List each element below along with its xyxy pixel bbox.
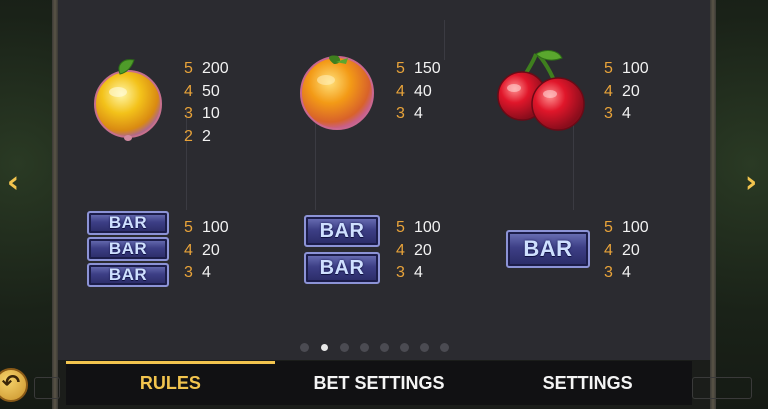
pay-value: 20 <box>414 241 432 259</box>
pay-value: 50 <box>202 82 220 100</box>
pay-count: 4 <box>396 82 405 100</box>
pay-value: 150 <box>414 60 441 77</box>
right-frame <box>710 0 716 409</box>
pay-value: 100 <box>414 219 441 236</box>
bottom-nav: RULES BET SETTINGS SETTINGS <box>66 361 692 405</box>
triple-bar-icon: BAR <box>87 263 169 287</box>
pay-count: 5 <box>396 60 405 77</box>
next-page-arrow-icon[interactable]: › <box>738 166 764 200</box>
pay-row: 4 40 <box>396 81 441 104</box>
pay-value: 2 <box>202 127 211 145</box>
pay-count: 4 <box>396 241 405 259</box>
pay-row: 4 50 <box>184 81 229 104</box>
divider <box>444 20 445 60</box>
pay-row: 4 20 <box>184 240 229 263</box>
background-balance <box>692 377 752 399</box>
page-dot[interactable] <box>340 343 349 352</box>
cherry-pay-table: 5 100 4 20 34 <box>604 58 649 126</box>
left-background <box>0 0 58 409</box>
cherry-symbol <box>492 48 592 139</box>
pay-row: 4 20 <box>396 240 441 263</box>
page-dot-active[interactable] <box>321 344 328 351</box>
pay-value: 4 <box>202 264 211 281</box>
page-dot[interactable] <box>400 343 409 352</box>
page-indicator <box>300 343 449 352</box>
pay-value: 10 <box>202 105 220 122</box>
pay-count: 4 <box>604 82 613 100</box>
pay-row: 34 <box>604 103 649 126</box>
pay-row: 34 <box>604 262 649 285</box>
pay-count: 4 <box>184 82 193 100</box>
tab-bet-settings[interactable]: BET SETTINGS <box>275 361 484 405</box>
pay-count: 3 <box>604 105 613 122</box>
pay-row: 5 100 <box>604 58 649 81</box>
pay-value: 40 <box>414 82 432 100</box>
orange-pay-table: 5 150 4 40 34 <box>396 58 441 126</box>
page-dot[interactable] <box>380 343 389 352</box>
pay-count: 5 <box>604 219 613 236</box>
previous-page-arrow-icon[interactable]: ‹ <box>0 166 26 200</box>
triple-bar-icon: BAR <box>87 211 169 235</box>
pay-row: 5 150 <box>396 58 441 81</box>
pay-value: 4 <box>414 105 423 122</box>
pay-value: 200 <box>202 60 229 77</box>
pay-value: 20 <box>202 241 220 259</box>
pay-count: 5 <box>604 60 613 77</box>
background-control <box>34 377 60 399</box>
pay-count: 3 <box>396 264 405 281</box>
pay-row: 34 <box>396 103 441 126</box>
page-dot[interactable] <box>300 343 309 352</box>
pay-count: 5 <box>184 60 193 77</box>
pay-count: 5 <box>184 219 193 236</box>
pay-row: 34 <box>396 262 441 285</box>
pay-value: 20 <box>622 241 640 259</box>
double-bar-icon: BAR <box>304 252 380 284</box>
pay-row: 22 <box>184 126 229 149</box>
page-dot[interactable] <box>420 343 429 352</box>
page-dot[interactable] <box>440 343 449 352</box>
pay-value: 4 <box>622 264 631 281</box>
pay-count: 3 <box>184 264 193 281</box>
orange-icon <box>300 55 374 130</box>
single-bar-icon: BAR <box>506 230 590 268</box>
pay-count: 4 <box>604 241 613 259</box>
pay-value: 100 <box>622 60 649 77</box>
pay-row: 5 100 <box>184 217 229 240</box>
pay-row: 34 <box>184 262 229 285</box>
pay-value: 20 <box>622 82 640 100</box>
double-bar-pay-table: 5 100 4 20 34 <box>396 217 441 285</box>
paytable-panel: 5 200 4 50 3 10 22 5 150 4 40 34 5 100 4… <box>58 0 710 360</box>
page-dot[interactable] <box>360 343 369 352</box>
pay-row: 4 20 <box>604 81 649 104</box>
pay-value: 100 <box>202 219 229 236</box>
pay-count: 3 <box>396 105 405 122</box>
right-background <box>710 0 768 409</box>
pay-row: 5 100 <box>396 217 441 240</box>
triple-bar-pay-table: 5 100 4 20 34 <box>184 217 229 285</box>
tab-settings[interactable]: SETTINGS <box>483 361 692 405</box>
lemon-pay-table: 5 200 4 50 3 10 22 <box>184 58 229 148</box>
cherry-icon <box>497 50 585 131</box>
pay-value: 4 <box>414 264 423 281</box>
tab-rules[interactable]: RULES <box>66 361 275 405</box>
pay-value: 4 <box>622 105 631 122</box>
single-bar-pay-table: 5 100 4 20 34 <box>604 217 649 285</box>
pay-value: 100 <box>622 219 649 236</box>
pay-count: 4 <box>184 241 193 259</box>
pay-count: 3 <box>604 264 613 281</box>
orange-symbol <box>296 52 378 137</box>
pay-row: 4 20 <box>604 240 649 263</box>
pay-row: 5 100 <box>604 217 649 240</box>
lemon-icon <box>94 59 162 141</box>
pay-count: 2 <box>184 127 193 145</box>
pay-row: 5 200 <box>184 58 229 81</box>
pay-row: 3 10 <box>184 103 229 126</box>
triple-bar-icon: BAR <box>87 237 169 261</box>
pay-count: 5 <box>396 219 405 236</box>
pay-count: 3 <box>184 105 193 122</box>
lemon-symbol <box>90 54 166 149</box>
double-bar-icon: BAR <box>304 215 380 247</box>
